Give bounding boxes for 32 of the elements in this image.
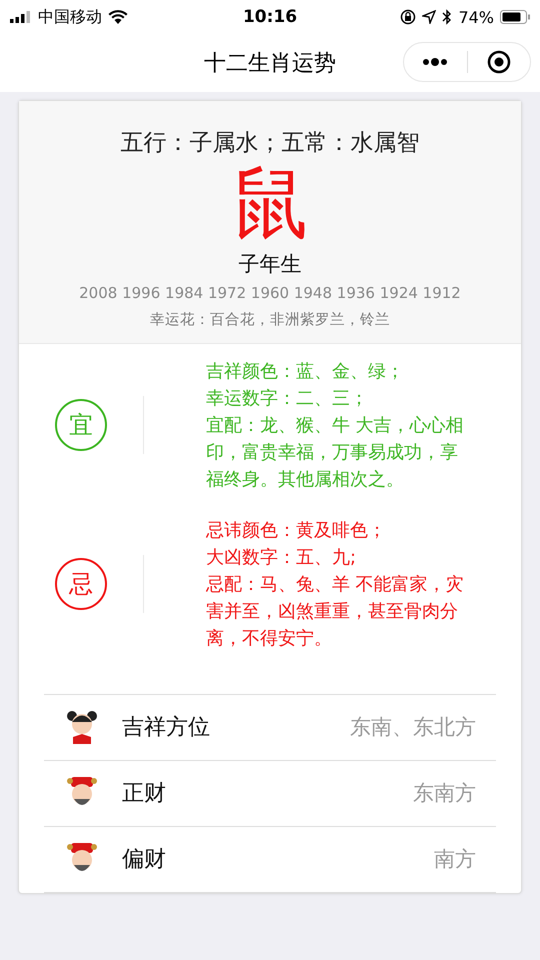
row-value: 东南、东北方: [350, 714, 476, 742]
row-label: 吉祥方位: [122, 714, 211, 742]
row-label: 正财: [122, 780, 167, 808]
signal-icon: [10, 11, 32, 23]
advice-text: 忌配：马、兔、羊 不能富家，灾害并至，凶煞重重，甚至骨肉分离，不得安宁。: [206, 572, 465, 651]
advice-text: 幸运数字：二、三；: [206, 386, 369, 411]
carrier-name: 中国移动: [38, 6, 102, 28]
advice-text: 宜配：龙、猴、牛 大吉，心心相印，富贵幸福，万事易成功，享福终身。其他属相次之。: [206, 414, 465, 492]
page-title: 十二生肖运势: [204, 50, 336, 78]
location-arrow-icon: [422, 10, 436, 24]
wifi-icon: [108, 10, 128, 24]
rotation-lock-icon: [400, 9, 416, 25]
battery-icon: [500, 10, 530, 24]
advice-badge: 宜: [55, 399, 107, 452]
years-list: 2008 1996 1984 1972 1960 1948 1936 1924 1912: [79, 284, 461, 302]
row-label: 偏财: [122, 846, 167, 874]
clock-time: 10:16: [242, 7, 298, 27]
more-icon: [422, 58, 448, 66]
birth-year-label: 子年生: [238, 250, 302, 278]
zodiac-character: 鼠: [231, 162, 309, 248]
row-value: 南方: [434, 846, 476, 874]
advice-badge: 忌: [55, 558, 107, 610]
elements-text: 五行：子属水；五常：水属智: [120, 129, 420, 158]
girl-avatar-icon: [66, 709, 98, 746]
target-icon: [486, 50, 511, 74]
row-value: 东南方: [413, 780, 476, 808]
bluetooth-icon: [442, 9, 452, 25]
advice-text: 忌讳颜色：黄及啡色；: [206, 518, 387, 543]
advice-text: 吉祥颜色：蓝、金、绿；: [206, 360, 405, 384]
advice-text: 大凶数字：五、九;: [206, 546, 358, 570]
battery-percent: 74%: [458, 8, 494, 26]
lucky-flowers-text: 幸运花：百合花，非洲紫罗兰，铃兰: [150, 310, 390, 329]
